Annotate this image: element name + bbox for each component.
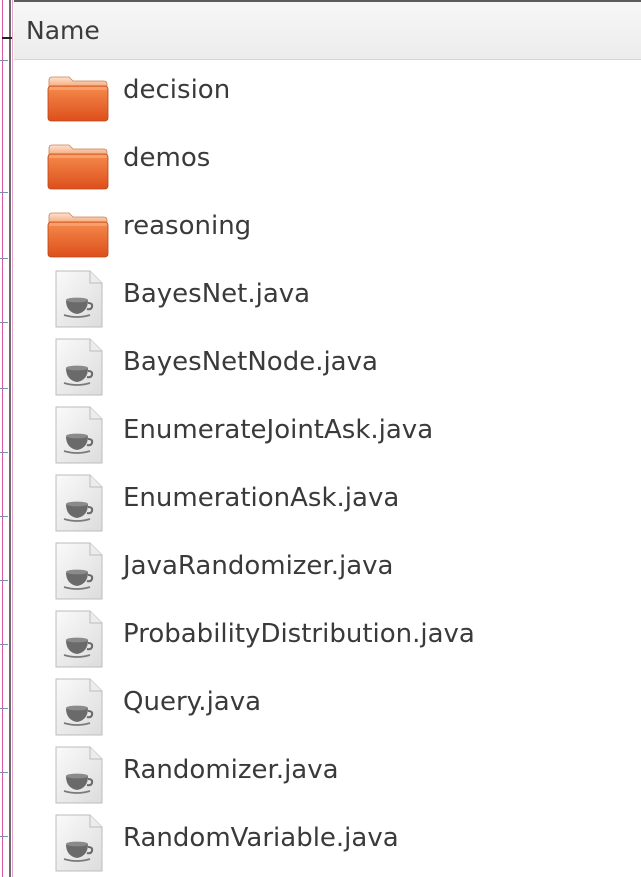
border-tick (0, 192, 8, 193)
file-row[interactable]: Query.java (14, 672, 641, 740)
java-file-icon (54, 542, 104, 600)
file-name-label: JavaRandomizer.java (123, 551, 394, 581)
java-file-icon (54, 610, 104, 668)
file-name-label: reasoning (123, 211, 252, 241)
file-row[interactable]: JavaRandomizer.java (14, 536, 641, 604)
border-tick (0, 60, 8, 61)
file-name-label: BayesNetNode.java (123, 347, 378, 377)
java-file-icon (54, 474, 104, 532)
border-tick (0, 258, 8, 259)
column-header-name[interactable]: Name (2, 2, 641, 60)
border-line (2, 0, 3, 877)
column-header-label: Name (26, 16, 100, 45)
java-file-icon (54, 746, 104, 804)
file-name-label: decision (123, 75, 231, 105)
file-name-label: Randomizer.java (123, 755, 339, 785)
border-tick (0, 708, 8, 709)
border-tick (0, 644, 8, 645)
file-row[interactable]: RandomVariable.java (14, 808, 641, 876)
border-tick (0, 322, 8, 323)
file-list: decision demos reasoning BayesNet.java B… (14, 60, 641, 877)
folder-row[interactable]: reasoning (14, 196, 641, 264)
border-line (12, 0, 13, 877)
file-name-label: ProbabilityDistribution.java (123, 619, 475, 649)
file-name-label: BayesNet.java (123, 279, 311, 309)
border-tick (0, 388, 8, 389)
file-row[interactable]: ProbabilityDistribution.java (14, 604, 641, 672)
file-row[interactable]: EnumerationAsk.java (14, 468, 641, 536)
folder-icon (47, 210, 109, 258)
file-row[interactable]: BayesNetNode.java (14, 332, 641, 400)
file-name-label: demos (123, 143, 211, 173)
border-tick (0, 516, 8, 517)
border-line (9, 0, 11, 877)
folder-icon (47, 74, 109, 122)
file-name-label: EnumerationAsk.java (123, 483, 400, 513)
header-marker (2, 37, 12, 39)
java-file-icon (54, 814, 104, 872)
border-tick (0, 772, 8, 773)
border-tick (0, 452, 8, 453)
folder-icon (47, 142, 109, 190)
java-file-icon (54, 270, 104, 328)
window-left-border (0, 0, 14, 877)
file-browser-window: Name decision demos reasoning BayesNet.j… (0, 0, 641, 877)
file-row[interactable]: EnumerateJointAsk.java (14, 400, 641, 468)
folder-row[interactable]: demos (14, 128, 641, 196)
file-row[interactable]: Randomizer.java (14, 740, 641, 808)
file-name-label: RandomVariable.java (123, 823, 399, 853)
java-file-icon (54, 338, 104, 396)
file-row[interactable]: BayesNet.java (14, 264, 641, 332)
file-name-label: Query.java (123, 687, 262, 717)
folder-row[interactable]: decision (14, 60, 641, 128)
java-file-icon (54, 406, 104, 464)
border-tick (0, 836, 8, 837)
file-name-label: EnumerateJointAsk.java (123, 415, 434, 445)
java-file-icon (54, 678, 104, 736)
border-tick (0, 580, 8, 581)
